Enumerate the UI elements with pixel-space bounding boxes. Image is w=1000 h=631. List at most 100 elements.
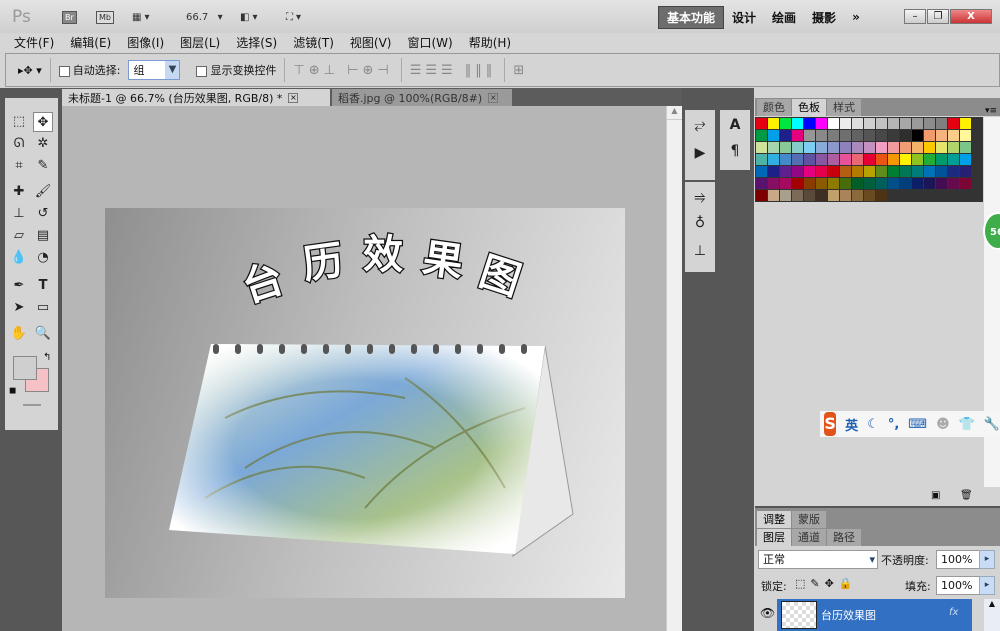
brush-presets-icon[interactable]: ⥤ [685,186,715,208]
swatch[interactable] [924,130,935,141]
swatch[interactable] [864,142,875,153]
workspace-essentials[interactable]: 基本功能 [658,5,725,29]
swatch[interactable] [924,178,935,189]
tab-layers[interactable]: 图层 [757,529,791,546]
swatch[interactable] [900,130,911,141]
keyboard-icon[interactable]: ⌨ [908,417,927,432]
character-icon[interactable]: A [720,114,750,136]
more-workspaces-button[interactable]: » [844,8,868,26]
swatch[interactable] [816,154,827,165]
swatch[interactable] [768,178,779,189]
minimize-button[interactable]: – [904,9,926,24]
actions-icon[interactable]: ▶ [685,142,715,164]
swatch[interactable] [828,130,839,141]
history-icon[interactable]: ⥂ [685,114,715,136]
swatch[interactable] [792,190,803,201]
align-buttons[interactable]: ⊤⊕⊥ ⊢⊕⊣ [293,63,392,78]
eye-icon[interactable]: 👁 [760,606,775,620]
swatch[interactable] [804,166,815,177]
swatch[interactable] [768,154,779,165]
swatch[interactable] [804,190,815,201]
tab-paths[interactable]: 路径 [827,529,861,546]
swatch[interactable] [804,178,815,189]
swatch[interactable] [816,178,827,189]
menu-layer[interactable]: 图层(L) [172,34,228,51]
swatch[interactable] [804,154,815,165]
maximize-button[interactable]: ❐ [927,9,949,24]
swatch[interactable] [864,190,875,201]
swatch[interactable] [924,142,935,153]
punctuation-icon[interactable]: °, [888,417,899,432]
distribute-buttons[interactable]: ☰☰☰ ‖‖‖ [410,63,497,78]
swatch[interactable] [960,154,971,165]
menu-view[interactable]: 视图(V) [342,34,400,51]
swatch[interactable] [780,154,791,165]
layer-row[interactable]: 台历效果图 fx [777,599,972,631]
menu-file[interactable]: 文件(F) [6,34,62,51]
swatch[interactable] [912,154,923,165]
show-transform-checkbox[interactable]: 显示变换控件 [196,62,276,78]
tab-channels[interactable]: 通道 [792,529,826,546]
swatch[interactable] [768,142,779,153]
swatch[interactable] [828,190,839,201]
eyedropper-icon[interactable]: ✎ [33,156,53,176]
skin-icon[interactable]: 👕 [959,417,975,432]
swatch[interactable] [900,154,911,165]
blend-mode-dropdown[interactable]: 正常 ▾ [758,550,878,569]
history-brush-icon[interactable]: ↺ [33,204,53,224]
swatch[interactable] [960,130,971,141]
fill-slider-button[interactable]: ▸ [979,576,995,595]
swatch[interactable] [768,130,779,141]
auto-select-checkbox[interactable]: 自动选择: [58,62,120,78]
moon-icon[interactable]: ☾ [867,417,879,432]
swatch[interactable] [876,130,887,141]
swatch[interactable] [900,142,911,153]
swatch[interactable] [936,154,947,165]
swatch[interactable] [912,130,923,141]
close-tab-icon[interactable]: × [288,92,299,103]
swatch[interactable] [804,142,815,153]
swatch[interactable] [756,178,767,189]
gradient-tool-icon[interactable]: ▤ [33,226,53,246]
tab-daoxiang[interactable]: 稻香.jpg @ 100%(RGB/8#) × [332,89,512,106]
swatch[interactable] [816,190,827,201]
workspace-design[interactable]: 设计 [724,7,764,28]
swatch[interactable] [948,166,959,177]
tool-presets-icon[interactable]: ⊥ [685,240,715,262]
bridge-button[interactable]: Br [62,10,77,24]
auto-select-dropdown[interactable]: 组 ▼ [128,60,181,80]
swatch[interactable] [756,154,767,165]
swatch[interactable] [936,142,947,153]
view-extras-button[interactable]: ▦ ▾ [132,9,149,25]
swatch[interactable] [780,166,791,177]
shape-tool-icon[interactable]: ▭ [33,298,53,318]
swatch[interactable] [936,130,947,141]
document-canvas[interactable]: 台 历 效 果 图 [105,208,625,598]
workspace-photography[interactable]: 摄影 [804,7,844,28]
swatch[interactable] [840,142,851,153]
clone-source-icon[interactable]: ♁ [685,212,715,234]
swap-colors-icon[interactable]: ↰ [43,352,51,363]
default-colors-icon[interactable]: ◼ [9,386,16,396]
swatch[interactable] [888,130,899,141]
swatch[interactable] [852,190,863,201]
tab-styles[interactable]: 样式 [827,99,861,116]
swatch[interactable] [924,166,935,177]
magic-wand-icon[interactable]: ✲ [33,134,53,154]
swatch[interactable] [900,178,911,189]
swatch[interactable] [756,130,767,141]
swatch[interactable] [864,154,875,165]
pen-tool-icon[interactable]: ✒ [9,276,29,296]
close-button[interactable]: X [950,9,992,24]
swatch[interactable] [876,190,887,201]
swatch[interactable] [876,166,887,177]
swatch[interactable] [888,178,899,189]
swatch[interactable] [828,154,839,165]
tab-swatches[interactable]: 色板 [792,99,826,116]
swatch[interactable] [756,190,767,201]
swatch[interactable] [840,118,851,129]
menu-window[interactable]: 窗口(W) [399,34,460,51]
opacity-slider-button[interactable]: ▸ [979,550,995,569]
swatch[interactable] [792,118,803,129]
opacity-input[interactable]: 100% [936,550,982,569]
